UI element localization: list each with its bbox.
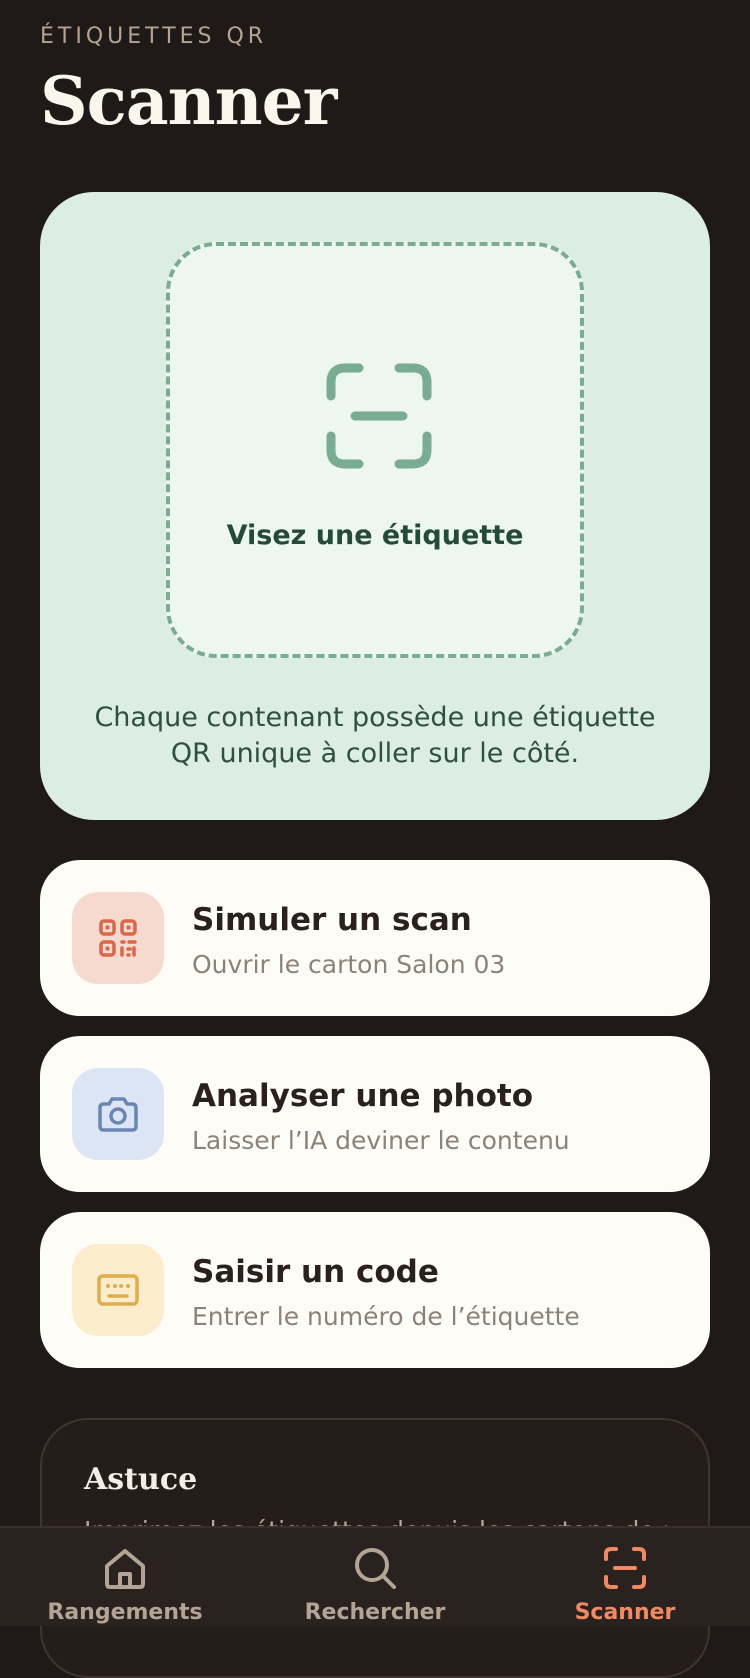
scanner-card: Visez une étiquette Chaque contenant pos… — [40, 192, 710, 820]
scan-viewfinder[interactable]: Visez une étiquette — [166, 242, 584, 658]
scan-frame-icon — [326, 363, 432, 469]
search-icon — [355, 1548, 396, 1589]
analyze-photo-button[interactable]: Analyser une photo Laisser l’IA deviner … — [40, 1036, 710, 1192]
page-title: Scanner — [40, 62, 337, 140]
action-sublabel: Entrer le numéro de l’étiquette — [192, 1302, 580, 1331]
tab-label: Rechercher — [304, 1600, 446, 1625]
tab-label: Rangements — [47, 1600, 203, 1625]
keyboard-icon — [72, 1244, 164, 1336]
page-eyebrow: ÉTIQUETTES QR — [40, 24, 268, 49]
simulate-scan-button[interactable]: Simuler un scan Ouvrir le carton Salon 0… — [40, 860, 710, 1016]
action-sublabel: Ouvrir le carton Salon 03 — [192, 950, 506, 979]
action-label: Saisir un code — [192, 1254, 439, 1290]
camera-icon — [72, 1068, 164, 1160]
scan-icon — [604, 1547, 646, 1589]
action-label: Simuler un scan — [192, 902, 472, 938]
tab-rangements[interactable]: Rangements — [0, 1528, 250, 1626]
tab-rechercher[interactable]: Rechercher — [250, 1528, 500, 1626]
tab-label: Scanner — [574, 1600, 676, 1625]
tip-title: Astuce — [84, 1462, 198, 1497]
aim-label: Visez une étiquette — [226, 520, 524, 551]
tab-scanner[interactable]: Scanner — [500, 1528, 750, 1626]
action-label: Analyser une photo — [192, 1078, 533, 1114]
action-sublabel: Laisser l’IA deviner le contenu — [192, 1126, 570, 1155]
tab-bar: Rangements Rechercher Scanner — [0, 1526, 750, 1626]
scan-hint: Chaque contenant possède une étiquette Q… — [94, 702, 656, 769]
qr-code-icon — [72, 892, 164, 984]
home-icon — [105, 1549, 145, 1589]
enter-code-button[interactable]: Saisir un code Entrer le numéro de l’éti… — [40, 1212, 710, 1368]
